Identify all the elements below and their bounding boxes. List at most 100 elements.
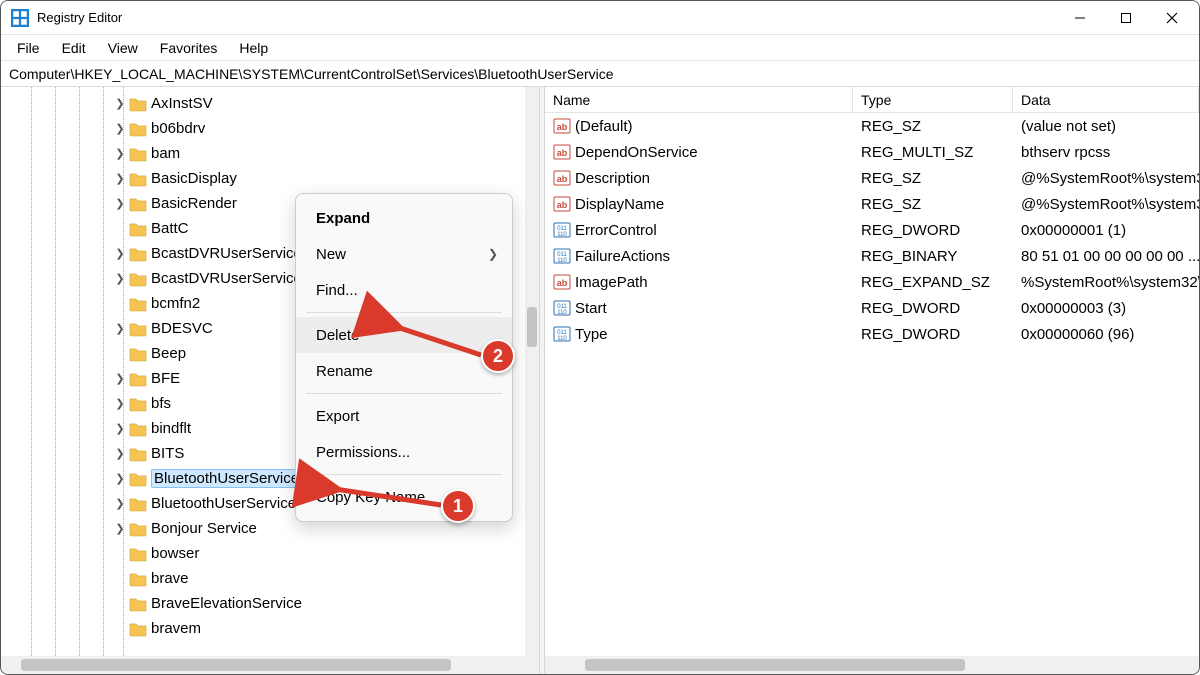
expand-chevron-icon[interactable]: ❯ [113, 522, 127, 535]
expand-chevron-icon[interactable]: ❯ [113, 247, 127, 260]
context-menu-item[interactable]: Find... [296, 272, 512, 308]
menu-bar: File Edit View Favorites Help [1, 35, 1199, 61]
value-row[interactable]: ab(Default)REG_SZ(value not set) [545, 113, 1199, 139]
tree-node[interactable]: ❯b06bdrv [1, 116, 539, 141]
folder-icon [129, 196, 147, 212]
column-header-data[interactable]: Data [1013, 87, 1199, 112]
context-menu-item[interactable]: Permissions... [296, 434, 512, 470]
expand-chevron-icon[interactable]: ❯ [113, 322, 127, 335]
close-button[interactable] [1149, 1, 1195, 35]
list-header: Name Type Data [545, 87, 1199, 113]
value-row[interactable]: abDisplayNameREG_SZ@%SystemRoot%\system3… [545, 191, 1199, 217]
expand-chevron-icon[interactable]: ❯ [113, 197, 127, 210]
string-value-icon: ab [553, 117, 571, 135]
folder-icon [129, 146, 147, 162]
value-data: %SystemRoot%\system32\... [1013, 274, 1199, 291]
list-horizontal-scrollbar[interactable] [545, 656, 1199, 674]
tree-node[interactable]: BraveElevationService [1, 591, 539, 616]
expand-chevron-icon[interactable]: ❯ [113, 372, 127, 385]
column-header-type[interactable]: Type [853, 87, 1013, 112]
column-header-name[interactable]: Name [545, 87, 853, 112]
annotation-badge-2: 2 [481, 339, 515, 373]
expand-chevron-icon[interactable]: ❯ [113, 397, 127, 410]
expand-chevron-icon[interactable]: ❯ [113, 147, 127, 160]
tree-node[interactable]: ❯ bam [1, 141, 539, 166]
context-menu-item-label: Permissions... [316, 444, 410, 461]
submenu-arrow-icon: ❯ [488, 247, 498, 261]
value-row[interactable]: abImagePath REG_EXPAND_SZ%SystemRoot%\sys… [545, 269, 1199, 295]
value-data: @%SystemRoot%\system32\... [1013, 170, 1199, 187]
context-menu-item[interactable]: Export [296, 398, 512, 434]
string-value-icon: ab [553, 143, 571, 161]
value-list-pane: Name Type Data ab(Default)REG_SZ(value n… [545, 87, 1199, 674]
tree-node[interactable]: brave [1, 566, 539, 591]
tree-node-label: bam [151, 145, 180, 162]
minimize-button[interactable] [1057, 1, 1103, 35]
tree-node-label: BcastDVRUserService [151, 245, 302, 262]
menu-favorites[interactable]: Favorites [150, 38, 228, 58]
tree-vertical-scrollbar[interactable] [525, 87, 539, 656]
window-title: Registry Editor [37, 10, 122, 25]
tree-node[interactable]: bowser [1, 541, 539, 566]
value-data: 0x00000003 (3) [1013, 300, 1199, 317]
svg-text:ab: ab [557, 122, 568, 132]
value-row[interactable]: abDescriptionREG_SZ@%SystemRoot%\system3… [545, 165, 1199, 191]
menu-help[interactable]: Help [229, 38, 278, 58]
tree-node-label: Bonjour Service [151, 520, 257, 537]
maximize-button[interactable] [1103, 1, 1149, 35]
address-bar[interactable]: Computer\HKEY_LOCAL_MACHINE\SYSTEM\Curre… [1, 61, 1199, 87]
tree-horizontal-scrollbar[interactable] [1, 656, 539, 674]
context-menu-item[interactable]: Delete [296, 317, 512, 353]
binary-value-icon: 011110 [553, 247, 571, 265]
folder-icon [129, 321, 147, 337]
folder-icon [129, 271, 147, 287]
menu-file[interactable]: File [7, 38, 50, 58]
tree-node-label: brave [151, 570, 189, 587]
value-type: REG_SZ [853, 118, 1013, 135]
context-menu-item[interactable]: New❯ [296, 236, 512, 272]
folder-icon [129, 296, 147, 312]
expand-chevron-icon[interactable]: ❯ [113, 422, 127, 435]
folder-icon [129, 96, 147, 112]
menu-edit[interactable]: Edit [52, 38, 96, 58]
value-row[interactable]: 011110TypeREG_DWORD0x00000060 (96) [545, 321, 1199, 347]
tree-node-label: BasicRender [151, 195, 237, 212]
tree-node[interactable]: ❯BasicDisplay [1, 166, 539, 191]
context-menu-item[interactable]: Rename [296, 353, 512, 389]
expand-chevron-icon[interactable]: ❯ [113, 122, 127, 135]
folder-icon [129, 246, 147, 262]
value-row[interactable]: abDependOnServiceREG_MULTI_SZbthserv rpc… [545, 139, 1199, 165]
value-type: REG_DWORD [853, 326, 1013, 343]
context-menu-item[interactable]: Copy Key Name [296, 479, 512, 515]
main-content: ❯AxInstSV❯b06bdrv❯bam❯BasicDisplay❯Basic… [1, 87, 1199, 674]
window-controls [1057, 1, 1195, 35]
value-data: 0x00000060 (96) [1013, 326, 1199, 343]
value-type: REG_SZ [853, 196, 1013, 213]
expand-chevron-icon[interactable]: ❯ [113, 447, 127, 460]
value-row[interactable]: 011110StartREG_DWORD0x00000003 (3) [545, 295, 1199, 321]
context-menu-item[interactable]: Expand [296, 200, 512, 236]
value-name: Type [575, 326, 608, 343]
tree-node-label: BattC [151, 220, 189, 237]
expand-chevron-icon[interactable]: ❯ [113, 472, 127, 485]
folder-icon [129, 396, 147, 412]
value-name: (Default) [575, 118, 633, 135]
expand-chevron-icon[interactable]: ❯ [113, 497, 127, 510]
expand-chevron-icon[interactable]: ❯ [113, 172, 127, 185]
value-type: REG_EXPAND_SZ [853, 274, 1013, 291]
value-data: bthserv rpcss [1013, 144, 1199, 161]
expand-chevron-icon[interactable]: ❯ [113, 272, 127, 285]
value-type: REG_DWORD [853, 300, 1013, 317]
folder-icon [129, 421, 147, 437]
value-list[interactable]: ab(Default)REG_SZ(value not set)abDepend… [545, 113, 1199, 656]
tree-node[interactable]: ❯AxInstSV [1, 91, 539, 116]
string-value-icon: ab [553, 273, 571, 291]
value-row[interactable]: 011110ErrorControlREG_DWORD0x00000001 (1… [545, 217, 1199, 243]
context-menu-item-label: Find... [316, 282, 358, 299]
menu-view[interactable]: View [98, 38, 148, 58]
value-row[interactable]: 011110FailureActionsREG_BINARY80 51 01 0… [545, 243, 1199, 269]
context-menu-separator [306, 312, 502, 313]
value-name: ImagePath [575, 274, 648, 291]
expand-chevron-icon[interactable]: ❯ [113, 97, 127, 110]
tree-node[interactable]: bravem [1, 616, 539, 641]
